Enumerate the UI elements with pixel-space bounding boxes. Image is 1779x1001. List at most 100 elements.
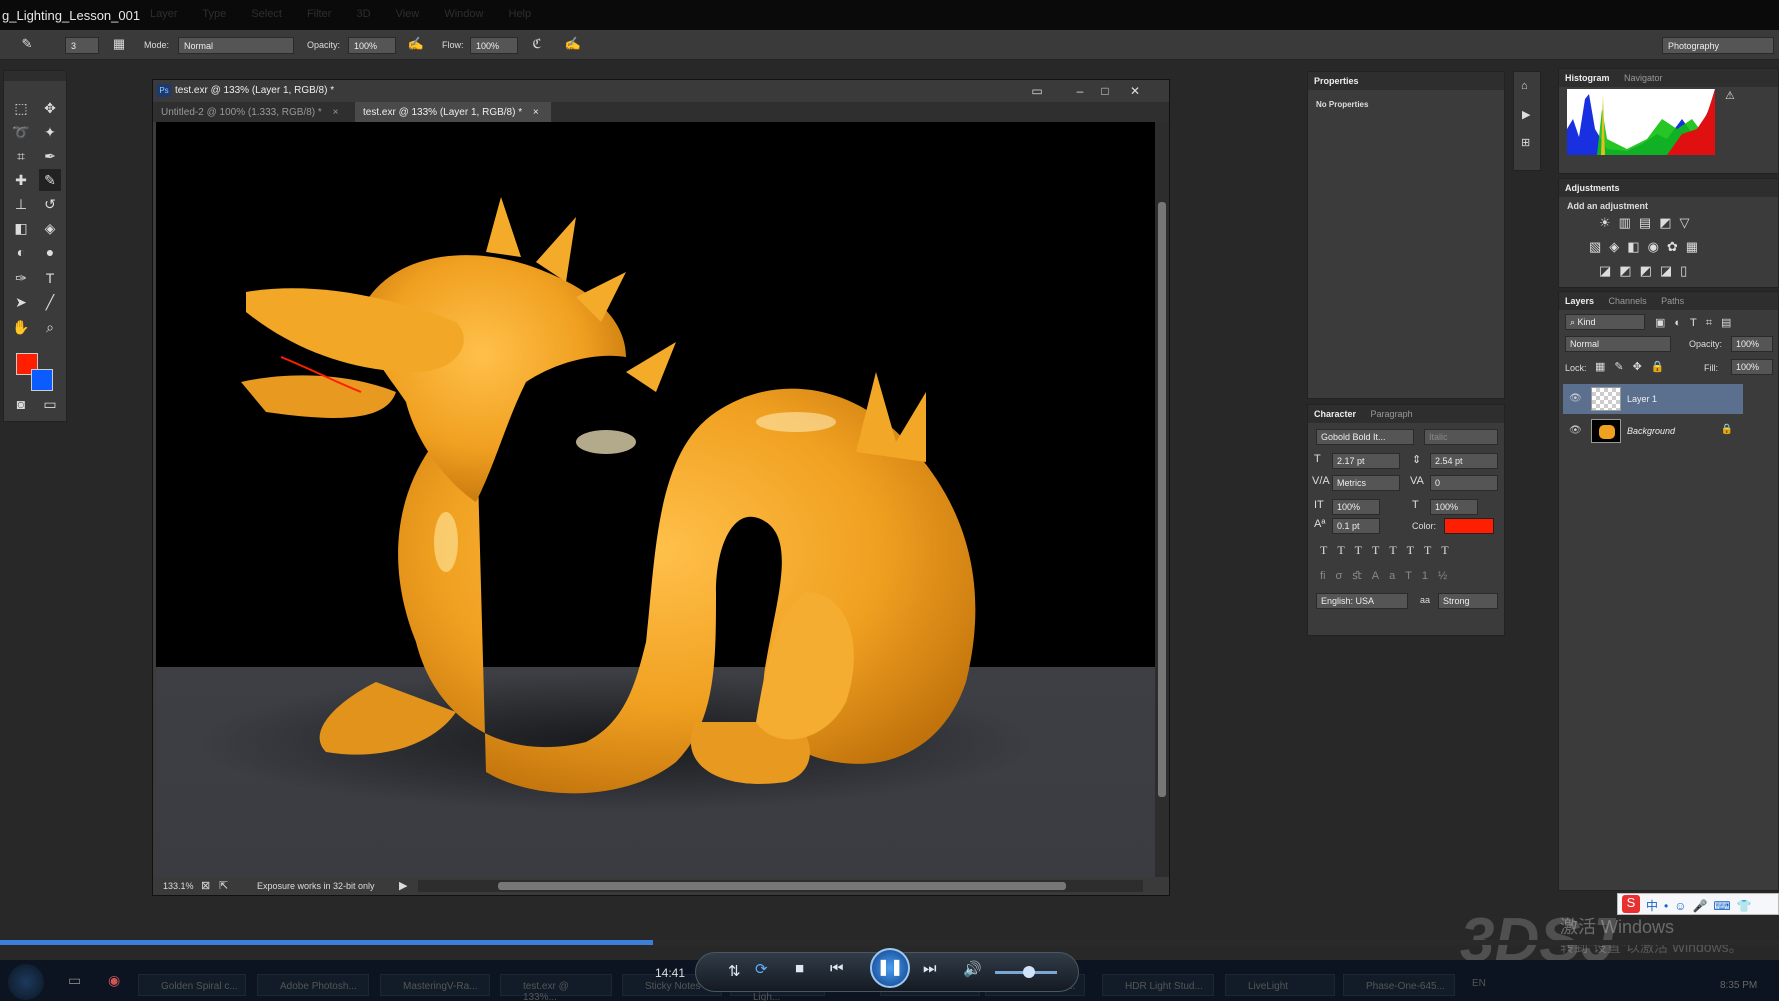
line-tool-icon[interactable]: ╱: [39, 291, 61, 313]
pen-tool-icon[interactable]: ✑: [10, 267, 32, 289]
taskbar-item[interactable]: Adobe Photosh...: [257, 974, 369, 996]
type-tool-icon[interactable]: T: [39, 267, 61, 289]
volume-slider-knob[interactable]: [1023, 966, 1035, 978]
layer-comps-icon[interactable]: ⊞: [1521, 136, 1530, 149]
background-color-swatch[interactable]: [31, 369, 53, 391]
type-style-buttons[interactable]: TTTTTTTT: [1320, 543, 1459, 558]
language-indicator[interactable]: EN: [1472, 978, 1486, 989]
bucket-tool-icon[interactable]: ◈: [39, 217, 61, 239]
status-menu-arrow-icon[interactable]: ▶: [399, 879, 407, 892]
horizontal-scale-input[interactable]: 100%: [1430, 499, 1478, 515]
shuffle-icon[interactable]: ⇅: [728, 962, 741, 980]
layer-name[interactable]: Background: [1627, 426, 1675, 436]
opentype-buttons[interactable]: ﬁσﬆAaT1½: [1320, 569, 1457, 582]
previous-icon[interactable]: ⏮: [830, 960, 844, 977]
cache-warning-icon[interactable]: ⚠: [1725, 89, 1735, 102]
document-title-bar[interactable]: Ps test.exr @ 133% (Layer 1, RGB/8) *: [153, 80, 1169, 102]
horizontal-scroll-thumb[interactable]: [498, 882, 1066, 890]
tab-paths[interactable]: Paths: [1661, 296, 1684, 306]
leading-input[interactable]: 2.54 pt: [1430, 453, 1498, 469]
adjustment-icons-row-1[interactable]: ☀▥▤◩▽: [1599, 215, 1698, 231]
baseline-shift-input[interactable]: 0.1 pt: [1332, 518, 1380, 534]
font-style-select[interactable]: Italic: [1424, 429, 1498, 445]
tab-channels[interactable]: Channels: [1609, 296, 1647, 306]
menu-view[interactable]: View: [396, 8, 420, 20]
eyedropper-tool-icon[interactable]: ✒: [39, 145, 61, 167]
workspace-select[interactable]: Photography: [1662, 37, 1774, 54]
adjustment-icons-row-3[interactable]: ◪◩◩◪▯: [1599, 263, 1695, 279]
history-icon[interactable]: ⌂: [1521, 80, 1528, 92]
tab-histogram[interactable]: Histogram: [1565, 73, 1610, 83]
layer-opacity-input[interactable]: 100%: [1731, 336, 1773, 352]
tab-test-exr[interactable]: test.exr @ 133% (Layer 1, RGB/8) * ×: [355, 102, 551, 122]
visibility-eye-icon[interactable]: 👁: [1569, 425, 1582, 436]
mode-select[interactable]: Normal: [178, 37, 294, 54]
hand-tool-icon[interactable]: ✋: [10, 316, 32, 338]
next-icon[interactable]: ⏭: [923, 960, 937, 977]
dodge-tool-icon[interactable]: ●: [39, 241, 61, 263]
taskbar-item[interactable]: Golden Spiral c...: [138, 974, 246, 996]
stop-icon[interactable]: ■: [795, 960, 804, 977]
layer-name[interactable]: Layer 1: [1627, 394, 1657, 404]
ime-tool-icons[interactable]: 中•☺🎤⌨👕: [1646, 897, 1758, 914]
brush-size-picker[interactable]: 3: [65, 37, 99, 54]
layer-row-background[interactable]: 👁 Background 🔒: [1563, 416, 1743, 446]
maximize-button[interactable]: □: [1093, 82, 1117, 100]
brush-tool-icon[interactable]: ✎: [39, 169, 61, 191]
layer-filter-icons[interactable]: ▣◐T⌗▤: [1655, 316, 1740, 330]
tab-layers[interactable]: Layers: [1565, 296, 1594, 306]
menu-select[interactable]: Select: [251, 8, 282, 20]
brush-panel-icon[interactable]: ▦: [110, 36, 128, 54]
opacity-input[interactable]: 100%: [348, 37, 396, 54]
tab-untitled-2[interactable]: Untitled-2 @ 100% (1.333, RGB/8) * ×: [153, 102, 349, 122]
actions-icon[interactable]: ▶: [1522, 108, 1530, 121]
move-tool-icon[interactable]: ✥: [39, 97, 61, 119]
proof-icon[interactable]: ⊠: [201, 879, 210, 892]
sogou-logo-icon[interactable]: S: [1622, 895, 1640, 913]
taskbar-item[interactable]: Phase-One-645...: [1343, 974, 1455, 996]
tab-paragraph[interactable]: Paragraph: [1371, 409, 1413, 419]
start-button[interactable]: [8, 964, 44, 1000]
history-brush-tool-icon[interactable]: ↺: [39, 193, 61, 215]
tab-close-icon[interactable]: ×: [333, 107, 339, 118]
brush-icon[interactable]: ✎: [18, 36, 36, 54]
pressure-size-icon[interactable]: ✍: [564, 36, 582, 54]
path-selection-tool-icon[interactable]: ➤: [10, 291, 32, 313]
zoom-tool-icon[interactable]: ⌕: [39, 316, 61, 338]
marquee-tool-icon[interactable]: ⬚: [10, 97, 32, 119]
tab-character[interactable]: Character: [1314, 409, 1356, 419]
flow-input[interactable]: 100%: [470, 37, 518, 54]
taskbar-item[interactable]: MasteringV-Ra...: [380, 974, 490, 996]
taskbar-item[interactable]: HDR Light Stud...: [1102, 974, 1214, 996]
tab-close-icon[interactable]: ×: [533, 107, 539, 118]
menu-filter[interactable]: Filter: [307, 8, 331, 20]
menu-type[interactable]: Type: [202, 8, 226, 20]
font-family-select[interactable]: Gobold Bold It...: [1316, 429, 1414, 445]
eraser-tool-icon[interactable]: ◧: [10, 217, 32, 239]
fill-input[interactable]: 100%: [1731, 359, 1773, 375]
quick-mask-icon[interactable]: ◙: [10, 393, 32, 415]
tab-navigator[interactable]: Navigator: [1624, 73, 1663, 83]
vertical-scroll-thumb[interactable]: [1158, 202, 1166, 797]
font-size-input[interactable]: 2.17 pt: [1332, 453, 1400, 469]
visibility-eye-icon[interactable]: 👁: [1569, 393, 1582, 404]
layer-kind-filter[interactable]: ⌕ Kind: [1565, 314, 1645, 330]
layer-row-layer-1[interactable]: 👁 Layer 1: [1563, 384, 1743, 414]
tracking-select[interactable]: 0: [1430, 475, 1498, 491]
export-icon[interactable]: ⇱: [219, 879, 228, 892]
blend-mode-select[interactable]: Normal: [1565, 336, 1671, 352]
pause-button[interactable]: ❚❚: [870, 948, 910, 988]
menu-3d[interactable]: 3D: [356, 8, 370, 20]
system-clock[interactable]: 8:35 PM: [1720, 980, 1757, 991]
repeat-icon[interactable]: ⟳: [755, 960, 768, 978]
vertical-scale-input[interactable]: 100%: [1332, 499, 1380, 515]
tab-adjustments[interactable]: Adjustments: [1565, 183, 1620, 193]
magic-wand-tool-icon[interactable]: ✦: [39, 121, 61, 143]
chrome-icon[interactable]: ◉: [108, 972, 120, 989]
language-select[interactable]: English: USA: [1316, 593, 1408, 609]
image-canvas[interactable]: [156, 122, 1155, 884]
crop-tool-icon[interactable]: ⌗: [10, 145, 32, 167]
menu-help[interactable]: Help: [509, 8, 532, 20]
healing-brush-tool-icon[interactable]: ✚: [10, 169, 32, 191]
blur-tool-icon[interactable]: ◐: [10, 241, 32, 263]
